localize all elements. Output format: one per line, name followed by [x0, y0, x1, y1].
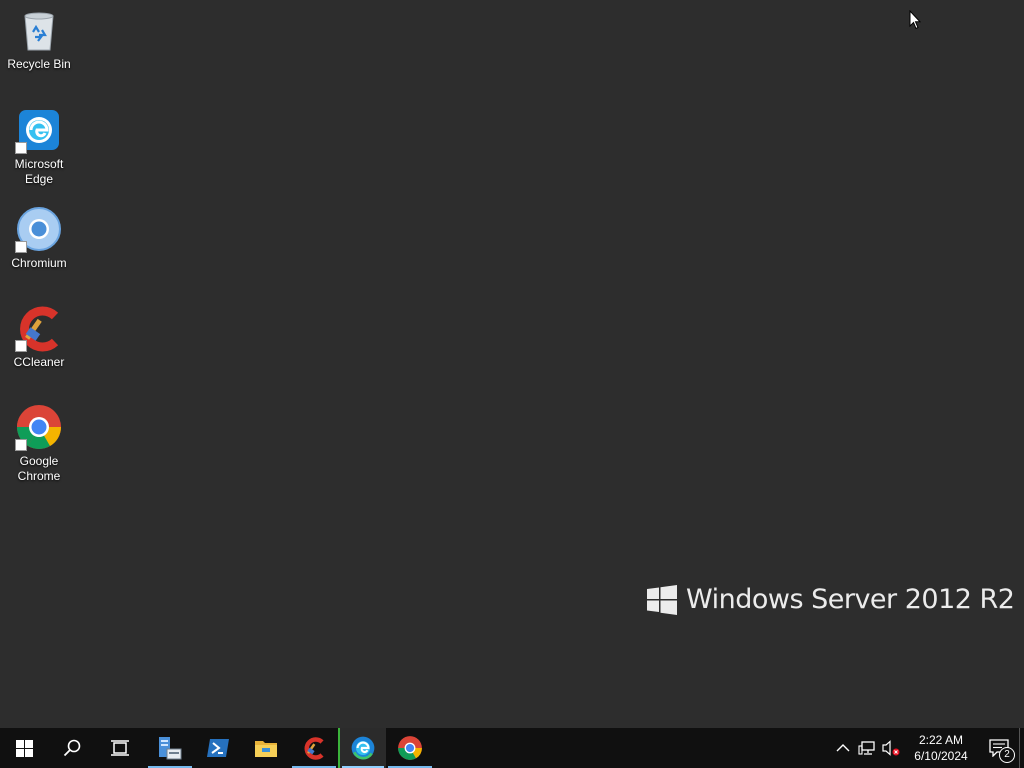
taskbar-google-chrome[interactable]: [386, 728, 434, 768]
chromium-label: Chromium: [11, 256, 67, 270]
chrome-label: Google Chrome: [17, 454, 61, 483]
show-desktop-button[interactable]: [1019, 728, 1024, 768]
recycle-bin-icon: [15, 6, 63, 54]
show-hidden-icons-button[interactable]: [831, 728, 855, 768]
start-button[interactable]: [0, 728, 48, 768]
ccleaner-icon: [15, 304, 63, 352]
clock-time: 2:22 AM: [918, 733, 964, 747]
shortcut-arrow-icon: [15, 340, 27, 352]
search-icon: [63, 739, 81, 757]
windows-logo-icon: [647, 584, 677, 615]
mouse-cursor-icon: [909, 9, 922, 35]
edge-taskbar-icon: [351, 736, 375, 760]
desktop-icon-google-chrome[interactable]: Google Chrome: [4, 403, 74, 484]
task-view-button[interactable]: [96, 728, 144, 768]
folder-icon: [255, 741, 277, 757]
network-tray-button[interactable]: [855, 728, 879, 768]
volume-tray-button[interactable]: [879, 728, 903, 768]
network-icon: [858, 741, 875, 755]
search-button[interactable]: [48, 728, 96, 768]
shortcut-arrow-icon: [15, 241, 27, 253]
system-tray: 2:22 AM 6/10/2024 2: [831, 728, 1024, 768]
taskbar-powershell[interactable]: [194, 728, 242, 768]
taskbar-file-explorer[interactable]: [242, 728, 290, 768]
recycle-bin-label: Recycle Bin: [7, 57, 71, 71]
desktop: Recycle Bin Microsoft Edge Chromium CCle…: [0, 0, 1024, 728]
powershell-icon: [207, 739, 229, 757]
chrome-taskbar-icon: [398, 736, 422, 760]
chrome-icon: [15, 403, 63, 451]
action-center-button[interactable]: 2: [979, 728, 1019, 768]
chromium-icon: [15, 205, 63, 253]
ccleaner-label: CCleaner: [13, 355, 65, 369]
windows-server-watermark: Windows Server 2012 R2: [647, 584, 1015, 615]
desktop-icon-recycle-bin[interactable]: Recycle Bin: [4, 6, 74, 72]
task-view-icon: [111, 740, 129, 756]
shortcut-arrow-icon: [15, 142, 27, 154]
clock[interactable]: 2:22 AM 6/10/2024: [907, 732, 975, 764]
edge-label: Microsoft Edge: [14, 157, 64, 186]
chevron-up-icon: [836, 744, 850, 752]
taskbar-ccleaner[interactable]: [290, 728, 338, 768]
taskbar-microsoft-edge[interactable]: [338, 728, 386, 768]
notification-count-badge: 2: [999, 747, 1015, 763]
edge-icon: [15, 106, 63, 154]
ccleaner-taskbar-icon: [304, 737, 324, 760]
server-manager-icon: [159, 737, 182, 760]
windows-start-icon: [15, 739, 33, 757]
volume-muted-icon: [882, 740, 900, 756]
shortcut-arrow-icon: [15, 439, 27, 451]
desktop-icon-chromium[interactable]: Chromium: [4, 205, 74, 271]
watermark-text: Windows Server 2012 R2: [686, 584, 1015, 615]
clock-date: 6/10/2024: [914, 749, 968, 763]
taskbar: 2:22 AM 6/10/2024 2: [0, 728, 1024, 768]
taskbar-server-manager[interactable]: [146, 728, 194, 768]
desktop-icon-microsoft-edge[interactable]: Microsoft Edge: [4, 106, 74, 187]
desktop-icon-ccleaner[interactable]: CCleaner: [4, 304, 74, 370]
